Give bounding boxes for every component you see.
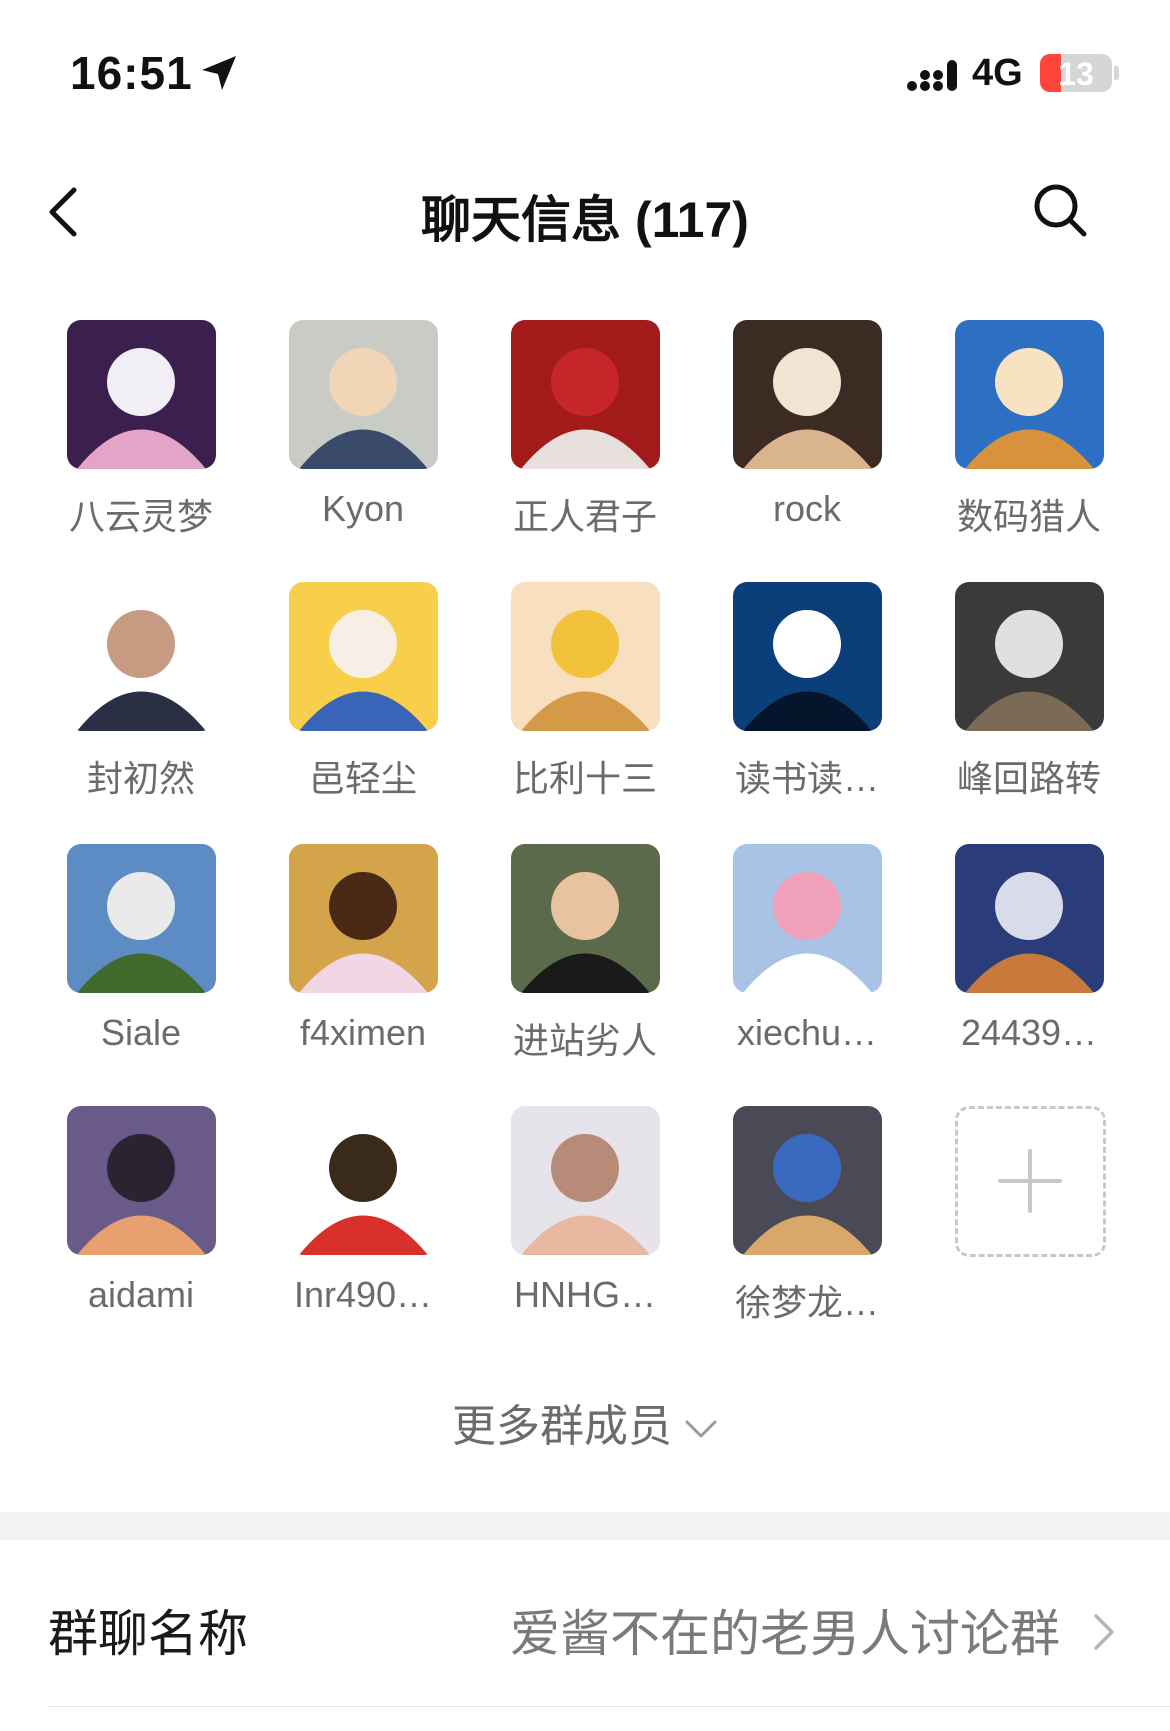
member-item[interactable]: Inr490… (252, 1106, 474, 1336)
avatar (67, 1106, 216, 1255)
avatar (733, 1106, 882, 1255)
page-title: 聊天信息 (117) (421, 192, 749, 248)
group-name-row[interactable]: 群聊名称 爱酱不在的老男人讨论群 (0, 1540, 1170, 1710)
member-name: f4ximen (299, 1012, 427, 1053)
member-name: Kyon (321, 488, 405, 529)
chevron-down-icon (685, 1420, 717, 1438)
avatar (733, 844, 882, 993)
battery-icon: 13 (1040, 54, 1112, 92)
member-item[interactable]: 正人君子 (474, 320, 696, 550)
add-member-button[interactable] (918, 1106, 1140, 1336)
avatar (289, 844, 438, 993)
member-name: 八云灵梦 (68, 496, 213, 537)
avatar (511, 1106, 660, 1255)
member-item[interactable]: 数码猎人 (918, 320, 1140, 550)
member-name: 峰回路转 (956, 758, 1101, 799)
add-member-tile (955, 1106, 1106, 1257)
group-name-value: 爱酱不在的老男人讨论群 (510, 1606, 1060, 1662)
member-name: 邑轻尘 (308, 758, 417, 799)
avatar (289, 582, 438, 731)
avatar (733, 582, 882, 731)
group-name-label: 群聊名称 (48, 1606, 248, 1662)
member-item[interactable]: Siale (30, 844, 252, 1074)
member-name: 正人君子 (512, 496, 657, 537)
member-name: 读书读… (734, 758, 879, 799)
member-item[interactable]: f4ximen (252, 844, 474, 1074)
member-item[interactable]: 徐梦龙… (696, 1106, 918, 1336)
section-divider (0, 1512, 1170, 1540)
avatar (289, 320, 438, 469)
avatar (511, 582, 660, 731)
status-bar: 16:51 4G 13 (0, 0, 1170, 150)
member-item[interactable]: 进站劣人 (474, 844, 696, 1074)
search-icon[interactable] (1030, 180, 1090, 240)
status-time: 16:51 (70, 47, 193, 99)
more-members-label: 更多群成员 (452, 1402, 672, 1451)
avatar (67, 320, 216, 469)
member-item[interactable]: rock (696, 320, 918, 550)
member-item[interactable]: HNHG… (474, 1106, 696, 1336)
member-name: 24439… (960, 1012, 1098, 1053)
member-name: aidami (87, 1274, 195, 1315)
member-name: HNHG… (514, 1274, 656, 1315)
member-item[interactable]: 24439… (918, 844, 1140, 1074)
avatar (289, 1106, 438, 1255)
member-name: Siale (100, 1012, 182, 1053)
member-item[interactable]: xiechu… (696, 844, 918, 1074)
avatar (733, 320, 882, 469)
member-item[interactable]: 邑轻尘 (252, 582, 474, 812)
member-item[interactable]: 八云灵梦 (30, 320, 252, 550)
avatar (955, 320, 1104, 469)
avatar (955, 844, 1104, 993)
member-name: 进站劣人 (512, 1020, 657, 1061)
battery-level: 13 (1058, 56, 1094, 92)
member-item[interactable]: Kyon (252, 320, 474, 550)
member-name: rock (772, 488, 841, 529)
signal-icon (907, 60, 957, 91)
avatar (511, 320, 660, 469)
member-item[interactable]: 比利十三 (474, 582, 696, 812)
member-name: Inr490… (293, 1274, 433, 1315)
nav-bar: 聊天信息 (117) (0, 150, 1170, 270)
member-name: 徐梦龙… (734, 1282, 879, 1323)
chevron-right-icon (1094, 1614, 1114, 1650)
avatar (67, 582, 216, 731)
member-item[interactable]: 峰回路转 (918, 582, 1140, 812)
member-name: 封初然 (86, 758, 195, 799)
member-name: 比利十三 (512, 758, 657, 799)
row-divider (48, 1706, 1170, 1707)
more-members-button[interactable]: 更多群成员 (0, 1390, 1170, 1454)
avatar (511, 844, 660, 993)
plus-icon (998, 1149, 1062, 1213)
network-type: 4G (972, 52, 1023, 94)
member-item[interactable]: 封初然 (30, 582, 252, 812)
battery-nub (1114, 66, 1119, 80)
member-name: 数码猎人 (956, 496, 1101, 537)
location-arrow-icon (202, 56, 236, 90)
avatar (67, 844, 216, 993)
member-item[interactable]: 读书读… (696, 582, 918, 812)
avatar (955, 582, 1104, 731)
member-item[interactable]: aidami (30, 1106, 252, 1336)
member-name: xiechu… (736, 1012, 878, 1053)
